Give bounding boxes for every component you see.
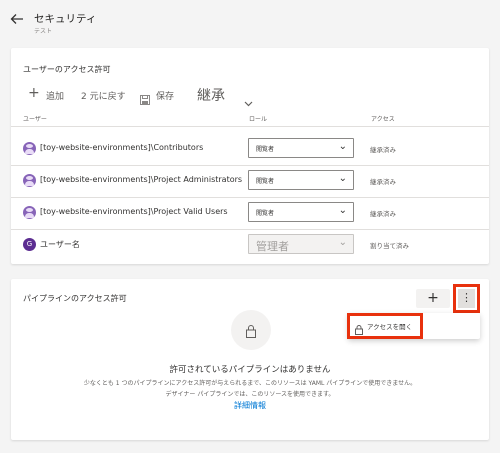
page-subtitle: テスト [34,28,53,35]
chevron-down-icon: ⌄ [338,205,347,216]
column-header-access: アクセス [371,116,395,123]
user-avatar: G [23,238,36,251]
access-status: 継承済み [370,146,396,154]
open-access-menu-item[interactable]: アクセスを開く [353,318,421,335]
chevron-down-icon[interactable] [244,92,253,111]
chevron-down-icon: ⌄ [338,141,347,152]
more-vertical-icon: ⋮ [461,291,472,304]
save-icon [140,90,150,109]
more-options-button[interactable]: ⋮ [458,289,475,308]
add-pipeline-button[interactable]: + [416,289,450,308]
role-select[interactable]: 閲覧者 ⌄ [248,138,354,158]
plus-icon: + [427,290,439,306]
role-select-value: 管理者 [256,240,289,253]
page-title: セキュリティ [34,13,97,25]
group-avatar-icon [23,206,36,219]
table-row[interactable]: [toy-website-environments]\Project Admin… [11,166,489,194]
pipeline-permissions-card: パイプラインのアクセス許可 + ⋮ アクセスを開く 許可されているパイプラインは… [11,279,489,440]
empty-state-title: 許可されているパイプラインはありません [169,365,331,375]
empty-state-illustration [231,310,271,350]
group-avatar-icon [23,142,36,155]
lock-icon [246,323,256,342]
role-select-value: 閲覧者 [256,178,275,185]
user-name: ユーザー名 [40,240,80,249]
role-select: 管理者 ⌄ [248,234,354,254]
add-button[interactable]: 追加 [46,89,64,102]
role-select-value: 閲覧者 [256,146,275,153]
chevron-down-icon: ⌄ [338,173,347,184]
header-divider [11,126,489,127]
user-permissions-title: ユーザーのアクセス許可 [23,65,111,74]
chevron-down-icon: ⌄ [338,237,347,248]
empty-state-description: 少なくとも 1 つのパイプラインにアクセス許可が与えられるまで、このリソースは … [83,380,417,387]
group-avatar-icon [23,174,36,187]
column-header-role: ロール [249,116,268,123]
user-permissions-card: ユーザーのアクセス許可 + 追加 2 元に戻す 保存 継承 ユーザー ロール ア… [11,48,489,264]
add-icon[interactable]: + [28,86,40,100]
save-button[interactable]: 保存 [156,89,174,102]
access-status: 割り当て済み [370,242,409,250]
access-status: 継承済み [370,210,396,218]
inherit-button[interactable]: 継承 [197,85,225,105]
learn-more-link[interactable]: 詳細情報 [11,400,489,411]
pipeline-permissions-title: パイプラインのアクセス許可 [23,294,127,303]
back-arrow-icon[interactable] [10,12,26,28]
role-select[interactable]: 閲覧者 ⌄ [248,202,354,222]
revert-button[interactable]: 2 元に戻す [81,89,126,102]
empty-state-description: デザイナー パイプラインでは、このリソースを使用できます。 [165,391,335,398]
table-row[interactable]: G ユーザー名 管理者 ⌄ 割り当て済み [11,230,489,258]
open-access-label: アクセスを開く [367,323,413,331]
access-status: 継承済み [370,178,396,186]
user-name: [toy-website-environments]\Project Admin… [40,175,243,184]
role-select[interactable]: 閲覧者 ⌄ [248,170,354,190]
role-select-value: 閲覧者 [256,210,275,217]
user-name: [toy-website-environments]\Project Valid… [40,207,228,216]
user-name: [toy-website-environments]\Contributors [40,143,204,152]
table-row[interactable]: [toy-website-environments]\Project Valid… [11,198,489,226]
column-header-user: ユーザー [23,116,47,123]
table-row[interactable]: [toy-website-environments]\Contributors … [11,134,489,162]
lock-icon [355,320,363,339]
